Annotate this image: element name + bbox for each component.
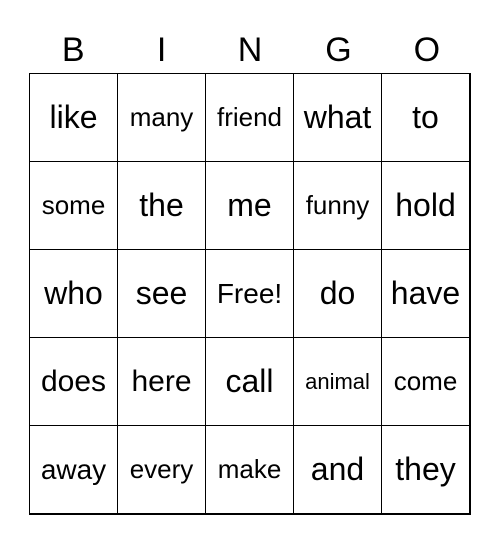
bingo-cell[interactable]: funny [293,161,382,250]
bingo-cell[interactable]: here [117,337,206,426]
bingo-cell[interactable]: see [117,249,206,338]
bingo-cell[interactable]: some [29,161,118,250]
bingo-cell[interactable]: do [293,249,382,338]
bingo-cell[interactable]: me [205,161,294,250]
bingo-header: B I N G O [29,28,471,72]
bingo-cell[interactable]: who [29,249,118,338]
bingo-cell[interactable]: animal [293,337,382,426]
bingo-cell[interactable]: away [29,425,118,514]
bingo-cell[interactable]: like [29,73,118,162]
bingo-cell[interactable]: every [117,425,206,514]
bingo-cell[interactable]: come [381,337,470,426]
bingo-cell[interactable]: have [381,249,470,338]
header-letter-b: B [61,31,85,69]
bingo-cell[interactable]: Free! [205,249,294,338]
bingo-cell[interactable]: they [381,425,470,514]
header-letter-n: N [237,31,263,69]
header-letter-g: G [325,31,352,69]
bingo-cell[interactable]: call [205,337,294,426]
bingo-cell[interactable]: many [117,73,206,162]
bingo-cell[interactable]: the [117,161,206,250]
bingo-cell[interactable]: what [293,73,382,162]
bingo-cell[interactable]: does [29,337,118,426]
bingo-cell[interactable]: hold [381,161,470,250]
bingo-cell[interactable]: make [205,425,294,514]
bingo-cell[interactable]: friend [205,73,294,162]
bingo-cell[interactable]: and [293,425,382,514]
header-letter-o: O [413,31,441,69]
bingo-cell[interactable]: to [381,73,470,162]
bingo-grid: like many friend what to some the me funny hold wh… [29,73,471,515]
header-letter-i: I [156,31,167,69]
